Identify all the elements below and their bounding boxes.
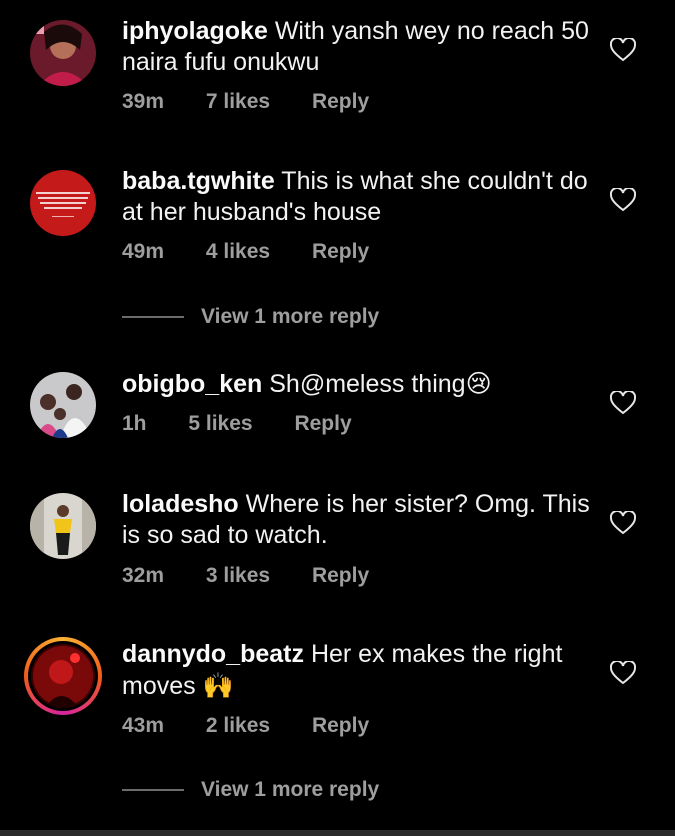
comment-likes[interactable]: 3 likes <box>206 564 270 588</box>
reply-button[interactable]: Reply <box>312 714 369 738</box>
story-ring-avatar[interactable] <box>24 637 102 715</box>
bottom-bar <box>0 830 675 836</box>
comment-meta: 39m 7 likes Reply <box>122 90 369 114</box>
comment-text: obigbo_ken Sh@meless thing😢 <box>122 368 592 400</box>
comment-username[interactable]: iphyolagoke <box>122 17 268 45</box>
view-more-label[interactable]: View 1 more reply <box>201 305 379 329</box>
comment-body: Sh@meless thing <box>269 370 466 398</box>
heart-icon[interactable] <box>610 188 636 212</box>
avatar-ring-gap <box>28 641 98 711</box>
comment-emoji: 😢 <box>465 369 492 398</box>
comment-text: dannydo_beatz Her ex makes the right mov… <box>122 639 592 702</box>
comment-time: 39m <box>122 90 165 113</box>
avatar[interactable] <box>30 170 96 236</box>
divider-line <box>122 789 184 791</box>
view-more-label[interactable]: View 1 more reply <box>201 778 379 802</box>
view-more-replies[interactable]: View 1 more reply <box>122 305 379 329</box>
heart-icon[interactable] <box>610 511 636 535</box>
avatar[interactable] <box>30 493 96 559</box>
comment-likes[interactable]: 5 likes <box>188 412 252 436</box>
comment-text: baba.tgwhite This is what she couldn't d… <box>122 166 592 228</box>
comment-username[interactable]: baba.tgwhite <box>122 167 275 195</box>
comment-likes[interactable]: 2 likes <box>206 714 270 738</box>
comment-likes[interactable]: 7 likes <box>206 90 270 114</box>
heart-icon[interactable] <box>610 38 636 62</box>
comment-text: loladesho Where is her sister? Omg. This… <box>122 489 592 551</box>
heart-icon[interactable] <box>610 661 636 685</box>
comment-likes[interactable]: 4 likes <box>206 240 270 264</box>
comment-text: iphyolagoke With yansh wey no reach 50 n… <box>122 16 592 78</box>
divider-line <box>122 316 184 318</box>
comment-time: 1h <box>122 412 147 435</box>
reply-button[interactable]: Reply <box>312 240 369 264</box>
comment-meta: 1h 5 likes Reply <box>122 412 352 436</box>
comment-time: 49m <box>122 240 165 263</box>
reply-button[interactable]: Reply <box>312 564 369 588</box>
avatar <box>31 644 95 708</box>
comment-meta: 43m 2 likes Reply <box>122 714 369 738</box>
comment-time: 43m <box>122 714 165 737</box>
comment-username[interactable]: loladesho <box>122 490 239 518</box>
comment-username[interactable]: dannydo_beatz <box>122 640 304 668</box>
heart-icon[interactable] <box>610 391 636 415</box>
avatar[interactable] <box>30 20 96 86</box>
view-more-replies[interactable]: View 1 more reply <box>122 778 379 802</box>
reply-button[interactable]: Reply <box>294 412 351 436</box>
comment-time: 32m <box>122 564 165 587</box>
comment-username[interactable]: obigbo_ken <box>122 370 262 398</box>
reply-button[interactable]: Reply <box>312 90 369 114</box>
comment-emoji: 🙌 <box>202 671 234 700</box>
avatar[interactable] <box>30 372 96 438</box>
comment-meta: 32m 3 likes Reply <box>122 564 369 588</box>
comment-meta: 49m 4 likes Reply <box>122 240 369 264</box>
